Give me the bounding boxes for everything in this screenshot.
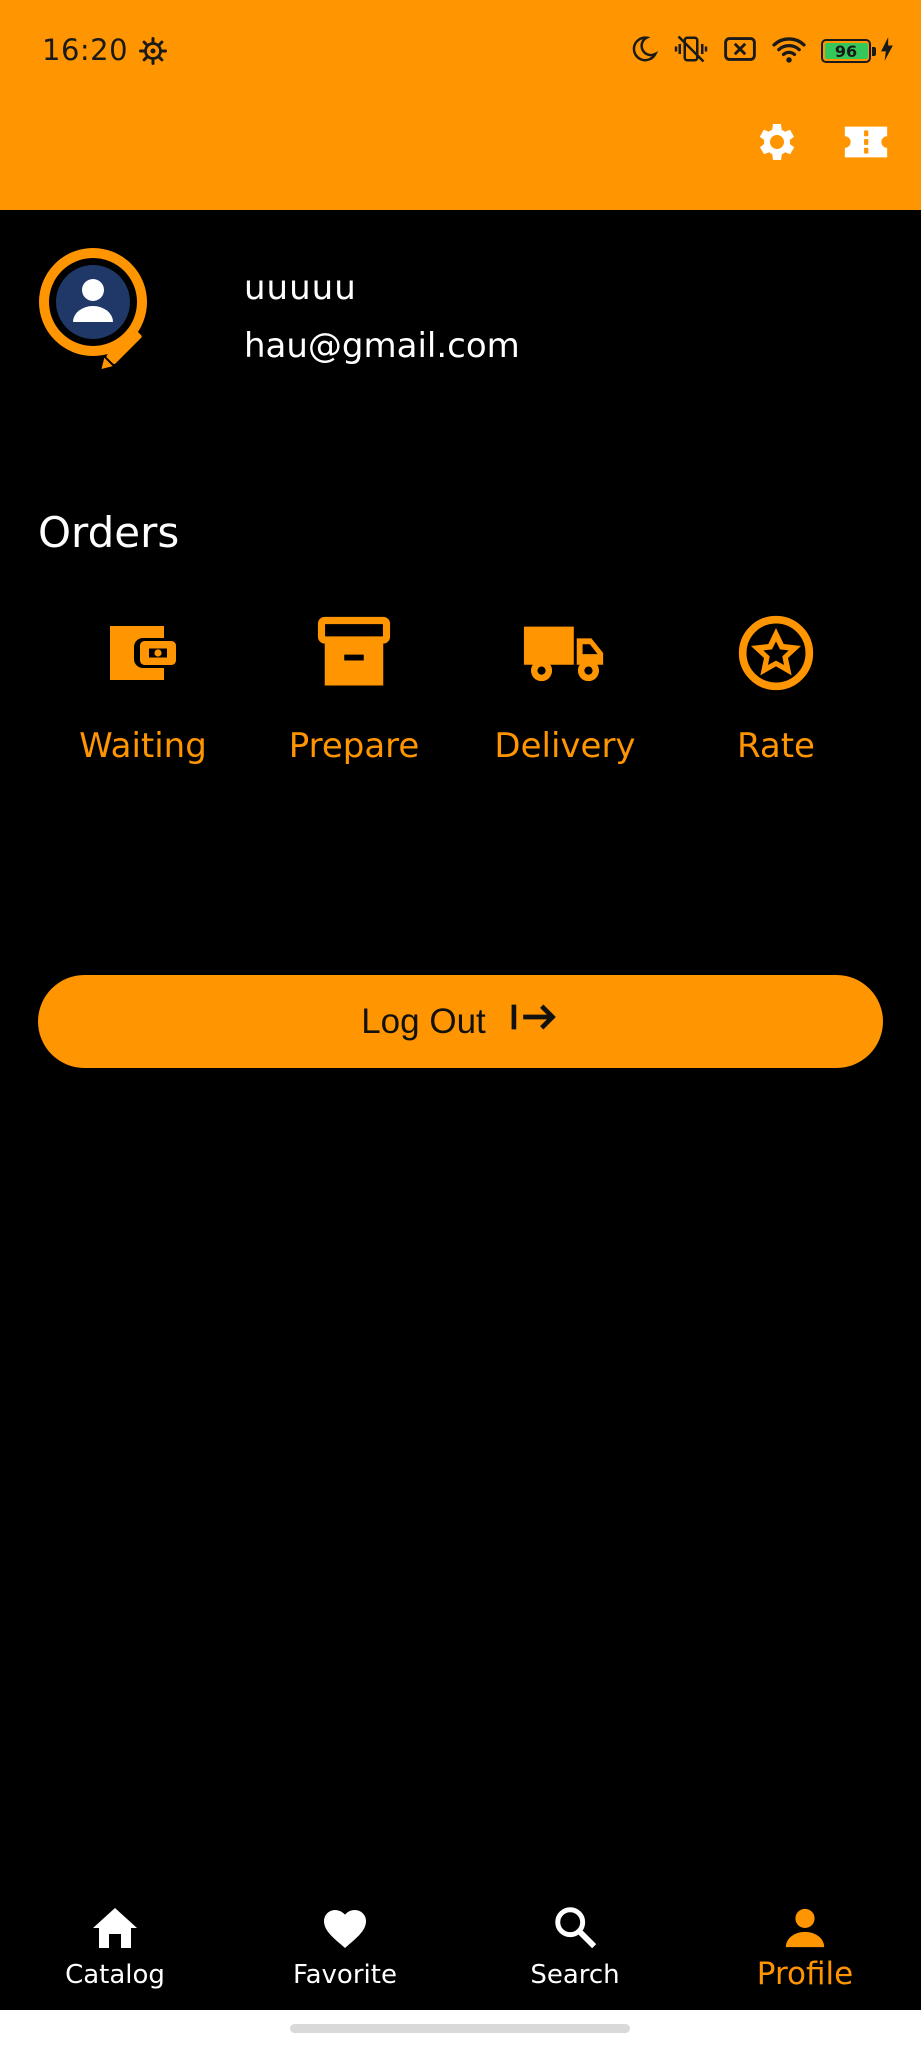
battery-level: 96: [834, 41, 858, 61]
charging-icon: [879, 36, 895, 66]
order-rate[interactable]: Rate: [686, 608, 866, 778]
orders-title: Orders: [38, 508, 180, 557]
logout-arrow-icon: [508, 1000, 560, 1043]
avatar[interactable]: [38, 246, 188, 376]
order-label: Prepare: [288, 726, 420, 766]
nav-label: Favorite: [293, 1960, 397, 1990]
status-icons: 96: [629, 34, 895, 68]
user-email: hau@gmail.com: [244, 326, 520, 366]
order-waiting[interactable]: Waiting: [53, 608, 233, 778]
status-bar: 16:20 96: [0, 0, 921, 105]
nav-label: Catalog: [65, 1960, 165, 1990]
settings-icon[interactable]: [751, 118, 799, 170]
user-name: uuuuu: [244, 268, 357, 308]
ticket-icon[interactable]: [841, 120, 891, 168]
home-icon: [15, 1894, 215, 1950]
order-delivery[interactable]: Delivery: [475, 608, 655, 778]
archive-box-icon: [264, 608, 444, 698]
vibrate-off-icon: [673, 34, 709, 68]
app-header: 16:20 96: [0, 0, 921, 210]
bottom-nav: Catalog Favorite Search Profile: [0, 1870, 921, 2010]
nav-favorite[interactable]: Favorite: [245, 1870, 445, 1990]
nav-catalog[interactable]: Catalog: [15, 1870, 215, 1990]
logout-button[interactable]: Log Out: [38, 975, 883, 1068]
order-prepare[interactable]: Prepare: [264, 608, 444, 778]
orders-row: Waiting Prepare Delivery Rate: [38, 608, 883, 778]
heart-icon: [245, 1894, 445, 1950]
nav-label: Search: [530, 1960, 620, 1990]
truck-icon: [475, 608, 655, 698]
gesture-handle[interactable]: [290, 2024, 630, 2033]
nav-search[interactable]: Search: [475, 1870, 675, 1990]
wallet-icon: [53, 608, 233, 698]
no-sim-icon: [723, 34, 757, 68]
order-label: Delivery: [494, 726, 636, 766]
battery-icon: 96: [821, 39, 876, 63]
status-time: 16:20: [42, 33, 129, 67]
search-icon: [475, 1894, 675, 1950]
order-label: Rate: [737, 726, 815, 766]
wifi-icon: [771, 34, 807, 68]
moon-icon: [629, 34, 659, 68]
nav-label: Profile: [756, 1956, 854, 1992]
logout-label: Log Out: [361, 1001, 486, 1041]
person-icon: [705, 1894, 905, 1950]
appbar-actions: [751, 118, 891, 170]
nav-profile[interactable]: Profile: [705, 1870, 905, 1992]
settings-gear-icon: [138, 36, 168, 70]
order-label: Waiting: [79, 726, 207, 766]
star-circle-icon: [686, 608, 866, 698]
